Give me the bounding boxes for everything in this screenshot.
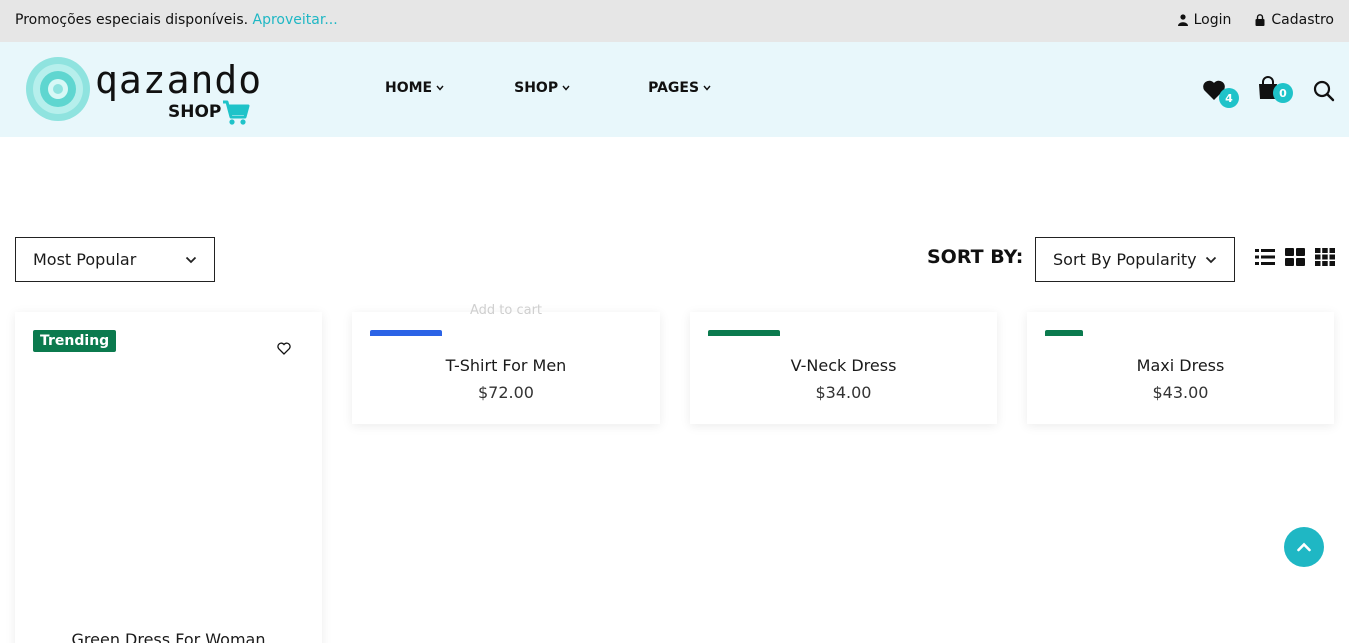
product-name[interactable]: Green Dress For Woman bbox=[15, 630, 322, 643]
chevron-down-icon bbox=[703, 85, 711, 91]
trending-badge: Trending bbox=[33, 330, 117, 352]
nav-pages-label: PAGES bbox=[648, 80, 700, 96]
view-toggle bbox=[1255, 248, 1335, 266]
product-name[interactable]: T-Shirt For Men bbox=[352, 356, 660, 375]
main-nav: HOME SHOP PAGES bbox=[385, 80, 781, 96]
user-icon bbox=[1177, 14, 1188, 26]
grid-3-view-icon[interactable] bbox=[1315, 248, 1335, 266]
list-view-icon[interactable] bbox=[1255, 248, 1275, 266]
cart-button[interactable]: 0 bbox=[1257, 76, 1293, 104]
logo-cart-icon bbox=[223, 100, 250, 125]
login-link[interactable]: Login bbox=[1177, 12, 1232, 28]
cart-count-badge: 0 bbox=[1273, 83, 1293, 103]
wishlist-button[interactable]: 4 bbox=[1202, 79, 1239, 108]
nav-home-label: HOME bbox=[385, 80, 433, 96]
nav-shop[interactable]: SHOP bbox=[514, 80, 570, 96]
product-card[interactable]: Trending Green Dress For Woman bbox=[15, 312, 322, 643]
register-label: Cadastro bbox=[1271, 12, 1334, 28]
product-card[interactable]: Maxi Dress $43.00 bbox=[1027, 312, 1334, 424]
product-name[interactable]: V-Neck Dress bbox=[690, 356, 997, 375]
product-price: $72.00 bbox=[478, 383, 534, 402]
promo-text: Promoções especiais disponíveis. bbox=[15, 12, 249, 28]
product-name[interactable]: Maxi Dress bbox=[1027, 356, 1334, 375]
grid-2-view-icon[interactable] bbox=[1285, 248, 1305, 266]
chevron-down-icon bbox=[185, 256, 197, 263]
promo-message: Promoções especiais disponíveis. Aprovei… bbox=[15, 12, 338, 28]
nav-shop-label: SHOP bbox=[514, 80, 559, 96]
category-filter-select[interactable]: Most Popular bbox=[15, 237, 215, 282]
sort-select-value: Sort By Popularity bbox=[1053, 250, 1197, 269]
chevron-down-icon bbox=[436, 85, 444, 91]
register-link[interactable]: Cadastro bbox=[1255, 12, 1334, 28]
logo-brand-text: qazando bbox=[95, 58, 263, 102]
product-card[interactable]: Add to cart T-Shirt For Men $72.00 bbox=[352, 303, 660, 424]
promo-link[interactable]: Aproveitar... bbox=[253, 12, 338, 28]
nav-pages[interactable]: PAGES bbox=[648, 80, 711, 96]
add-to-cart-ghost: Add to cart bbox=[469, 303, 543, 318]
top-bar: Promoções especiais disponíveis. Aprovei… bbox=[0, 0, 1349, 42]
logo-circle-icon bbox=[26, 57, 90, 121]
product-card[interactable]: V-Neck Dress $34.00 bbox=[690, 312, 997, 424]
product-badge-bar bbox=[708, 330, 780, 336]
site-logo[interactable]: qazando SHOP bbox=[25, 56, 261, 126]
main-header: qazando SHOP HOME SHOP PAGES 4 0 bbox=[0, 42, 1349, 137]
auth-links: Login Cadastro bbox=[1177, 12, 1334, 28]
scroll-to-top-button[interactable] bbox=[1284, 527, 1324, 567]
logo-sub-text: SHOP bbox=[168, 102, 222, 122]
product-badge-bar bbox=[1045, 330, 1083, 336]
product-price: $34.00 bbox=[815, 383, 872, 402]
wishlist-count-badge: 4 bbox=[1219, 88, 1239, 108]
nav-home[interactable]: HOME bbox=[385, 80, 444, 96]
search-button[interactable] bbox=[1313, 80, 1335, 106]
chevron-up-icon bbox=[1297, 542, 1311, 552]
product-price: $43.00 bbox=[1152, 383, 1209, 402]
sort-select[interactable]: Sort By Popularity bbox=[1035, 237, 1235, 282]
category-filter-value: Most Popular bbox=[33, 250, 137, 269]
sort-by-label: SORT BY: bbox=[927, 246, 1024, 268]
heart-outline-icon[interactable] bbox=[277, 342, 291, 355]
chevron-down-icon bbox=[1205, 256, 1217, 263]
lock-icon bbox=[1255, 14, 1265, 26]
login-label: Login bbox=[1193, 12, 1232, 28]
search-icon bbox=[1313, 80, 1335, 102]
product-badge-bar bbox=[370, 330, 442, 336]
chevron-down-icon bbox=[562, 85, 570, 91]
